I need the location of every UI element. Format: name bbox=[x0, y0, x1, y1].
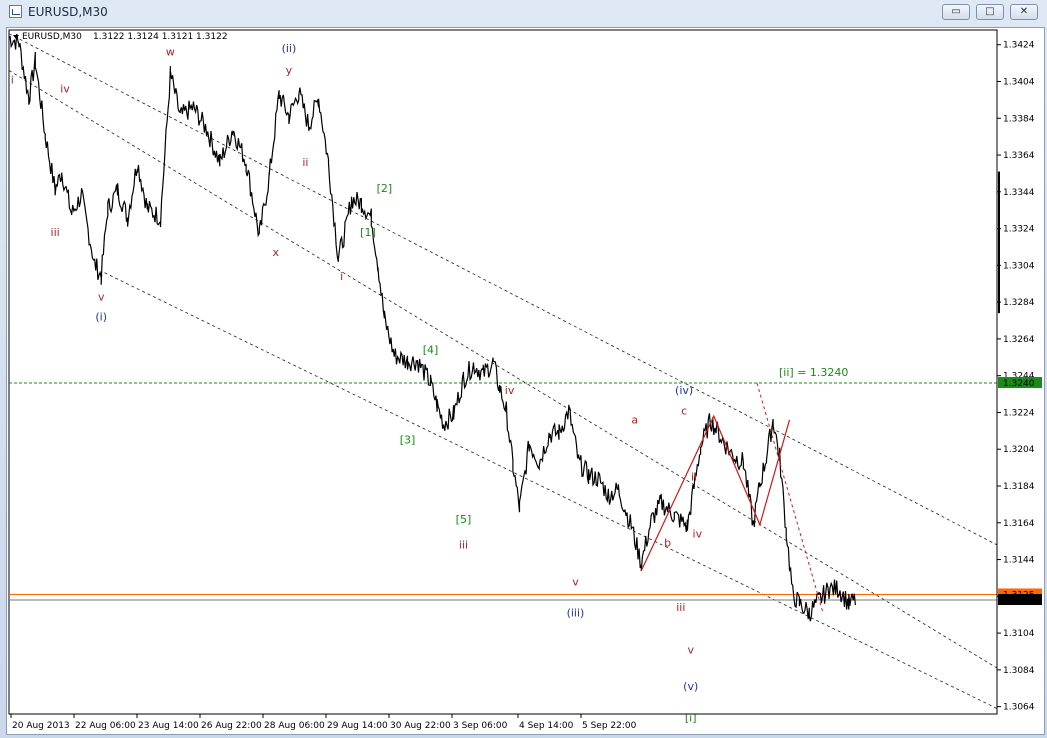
wave-label: i bbox=[340, 270, 343, 283]
price-tick-label: 1.3064 bbox=[1003, 703, 1035, 713]
price-tick-label: 1.3164 bbox=[1003, 519, 1035, 529]
price-tick-label: 1.3144 bbox=[1003, 556, 1035, 566]
price-tick-label: 1.3204 bbox=[1003, 445, 1035, 455]
maximize-button[interactable]: □ bbox=[976, 4, 1004, 20]
wave-label: [4] bbox=[423, 344, 439, 357]
price-axis[interactable]: 1.3424 1.3404 1.3384 1.3364 1.3344 1.3324 1.33… bbox=[996, 30, 1042, 714]
time-tick-label: 28 Aug 06:00 bbox=[264, 721, 325, 731]
price-tick-label: 1.3324 bbox=[1003, 225, 1035, 235]
window-title: EURUSD,M30 bbox=[28, 5, 108, 19]
projection-dotted-line bbox=[756, 382, 823, 612]
level-label: [ii] = 1.3240 bbox=[779, 366, 848, 379]
time-tick-label: 5 Sep 22:00 bbox=[582, 721, 637, 731]
wave-label: iii bbox=[51, 226, 60, 239]
time-tick-label: 26 Aug 22:00 bbox=[201, 721, 262, 731]
time-axis[interactable]: 20 Aug 2013 22 Aug 06:00 23 Aug 14:00 26 Au… bbox=[9, 713, 997, 731]
title-bar[interactable]: EURUSD,M30 ▭ □ ✕ bbox=[0, 0, 1047, 24]
wave-label: b bbox=[664, 537, 671, 550]
chart-frame bbox=[8, 29, 998, 715]
wave-label: a bbox=[631, 413, 638, 426]
price-tick-label: 1.3364 bbox=[1003, 151, 1035, 161]
wave-label: [i] bbox=[685, 711, 697, 724]
wave-label: [5] bbox=[456, 513, 472, 526]
price-tick-label: 1.3264 bbox=[1003, 335, 1035, 345]
price-tick-label: 1.3224 bbox=[1003, 408, 1035, 418]
chart-header: EURUSD,M30 1.3122 1.3124 1.3121 1.3122 bbox=[13, 32, 228, 42]
wave-label: (v) bbox=[683, 680, 698, 693]
price-series bbox=[8, 33, 856, 622]
wave-label: iv bbox=[505, 384, 515, 397]
price-line bbox=[8, 33, 856, 622]
minimize-button[interactable]: ▭ bbox=[942, 4, 970, 20]
wave-label: (iii) bbox=[567, 607, 585, 620]
plot-border bbox=[8, 29, 998, 715]
wave-label: (iv) bbox=[675, 384, 693, 397]
volume-bar bbox=[998, 171, 1000, 314]
time-tick-label: 23 Aug 14:00 bbox=[138, 721, 199, 731]
wave-label: [2] bbox=[377, 182, 393, 195]
wave-label: [1] bbox=[360, 226, 376, 239]
wave-label: (i) bbox=[95, 311, 107, 324]
price-tick-label: 1.3344 bbox=[1003, 188, 1035, 198]
price-tick-label: 1.3184 bbox=[1003, 482, 1035, 492]
price-tick-label: 1.3424 bbox=[1003, 41, 1035, 51]
price-tick-label: 1.3404 bbox=[1003, 77, 1035, 87]
wave-label: v bbox=[572, 575, 579, 588]
wave-label: c bbox=[681, 404, 687, 417]
wave-label: v bbox=[687, 643, 694, 656]
wave-label: iv bbox=[693, 527, 703, 540]
chart-area[interactable]: [ii] = 1.3240 i iv iii v (i) w (ii) y x ii i [2] [1]… bbox=[6, 27, 1045, 735]
wave-label: i bbox=[11, 73, 14, 86]
wave-label: w bbox=[166, 46, 175, 59]
wave-label: ii bbox=[302, 156, 308, 169]
wave-label: [3] bbox=[400, 434, 416, 447]
time-tick-label: 20 Aug 2013 bbox=[12, 721, 70, 731]
price-tick-label: 1.3284 bbox=[1003, 298, 1035, 308]
price-tick-label: 1.3384 bbox=[1003, 114, 1035, 124]
price-tick-label: 1.3104 bbox=[1003, 629, 1035, 639]
price-tick-label: 1.3084 bbox=[1003, 666, 1035, 676]
close-button[interactable]: ✕ bbox=[1010, 4, 1038, 20]
wave-label: y bbox=[286, 64, 293, 77]
chart-menu-arrow-icon[interactable] bbox=[13, 35, 19, 39]
time-tick-label: 30 Aug 22:00 bbox=[390, 721, 451, 731]
wave-label: ii bbox=[691, 470, 697, 483]
time-tick-label: 3 Sep 06:00 bbox=[453, 721, 508, 731]
time-tick-label: 22 Aug 06:00 bbox=[75, 721, 136, 731]
channel-line bbox=[8, 70, 998, 669]
chart-symbol: EURUSD,M30 bbox=[22, 32, 82, 42]
wave-label: iv bbox=[60, 83, 70, 96]
price-chart[interactable]: [ii] = 1.3240 iiviiiv(i)w (ii)yxiii[2][1]… bbox=[7, 28, 1044, 734]
price-tick-label: 1.3304 bbox=[1003, 261, 1035, 271]
price-tag-label: 1.3122 bbox=[1003, 596, 1035, 606]
wave-label: (ii) bbox=[282, 42, 297, 55]
wave-label: x bbox=[273, 246, 280, 259]
time-tick-label: 4 Sep 14:00 bbox=[519, 721, 574, 731]
wave-label: iii bbox=[676, 601, 685, 614]
chart-window-icon[interactable] bbox=[9, 5, 22, 18]
terminal-window: EURUSD,M30 ▭ □ ✕ [ii] = 1.3240 i iv iii v (i… bbox=[0, 0, 1047, 738]
wave-label: iii bbox=[459, 539, 468, 552]
projection-line bbox=[756, 382, 823, 612]
chart-ohlc: 1.3122 1.3124 1.3121 1.3122 bbox=[93, 32, 228, 42]
channel-line bbox=[8, 33, 998, 546]
time-tick-label: 29 Aug 14:00 bbox=[327, 721, 388, 731]
price-tag-label: 1.3240 bbox=[1003, 379, 1035, 389]
wave-label: v bbox=[98, 290, 105, 303]
channel-line bbox=[104, 272, 998, 709]
